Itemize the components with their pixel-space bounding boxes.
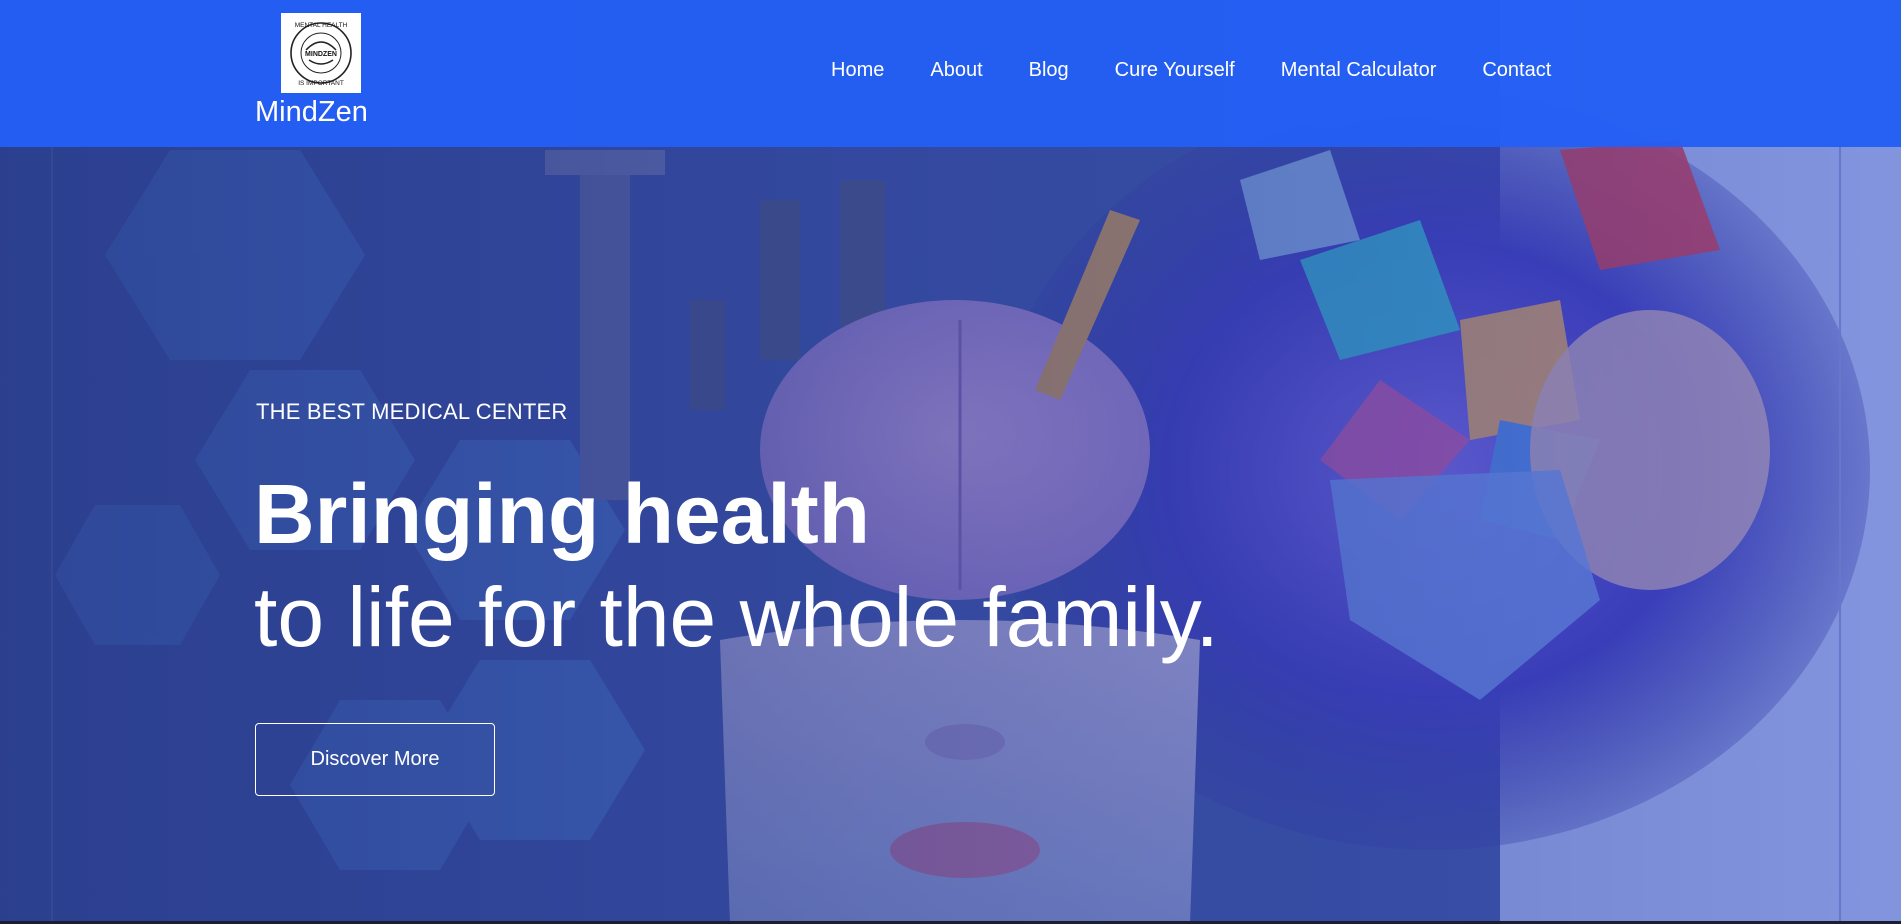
discover-more-button[interactable]: Discover More — [255, 723, 495, 796]
svg-text:MINDZEN: MINDZEN — [305, 51, 337, 58]
svg-text:MENTAL HEALTH: MENTAL HEALTH — [295, 22, 348, 29]
nav-about[interactable]: About — [930, 56, 982, 84]
brand-logo[interactable]: MENTAL HEALTH MINDZEN IS IMPORTANT — [281, 13, 361, 93]
hero-headline-line2: to life for the whole family. — [254, 570, 1219, 664]
navbar: MENTAL HEALTH MINDZEN IS IMPORTANT MindZ… — [0, 0, 1901, 147]
mindzen-logo-icon: MENTAL HEALTH MINDZEN IS IMPORTANT — [290, 22, 352, 87]
nav-cure-yourself[interactable]: Cure Yourself — [1115, 56, 1235, 84]
brand-name[interactable]: MindZen — [255, 95, 375, 129]
hero-headline-line1: Bringing health — [254, 467, 870, 561]
brand[interactable]: MENTAL HEALTH MINDZEN IS IMPORTANT MindZ… — [255, 13, 375, 129]
svg-text:IS IMPORTANT: IS IMPORTANT — [298, 80, 344, 87]
nav-contact[interactable]: Contact — [1482, 56, 1551, 84]
nav-mental-calculator[interactable]: Mental Calculator — [1281, 56, 1437, 84]
nav-home[interactable]: Home — [831, 56, 884, 84]
nav-blog[interactable]: Blog — [1029, 56, 1069, 84]
main-nav: Home About Blog Cure Yourself Mental Cal… — [831, 56, 1551, 84]
hero-eyebrow: THE BEST MEDICAL CENTER — [256, 399, 568, 424]
